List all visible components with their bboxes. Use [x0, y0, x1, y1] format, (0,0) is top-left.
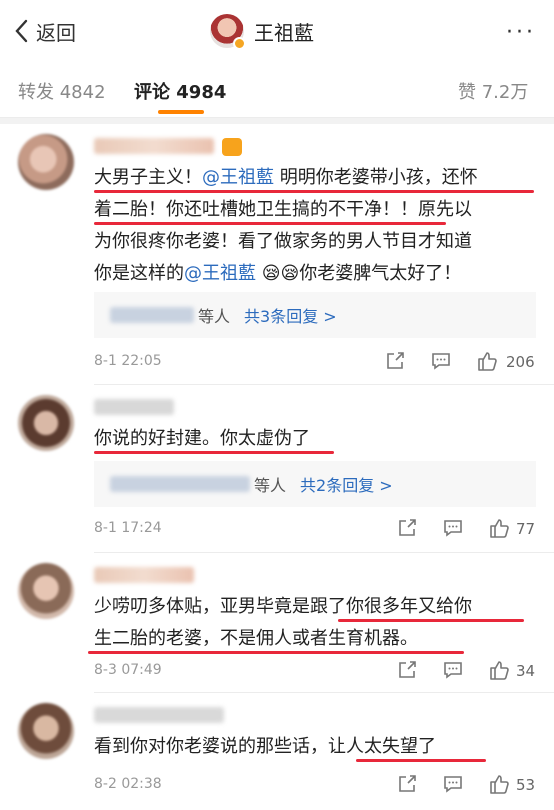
mention-link[interactable]: @王祖藍: [184, 263, 256, 284]
active-tab-indicator: [158, 110, 204, 114]
comment-time: 8-2 02:38: [94, 776, 162, 792]
comment-item: 看到你对你老婆说的那些话，让人太失望了 8-2 02:38 53: [0, 693, 554, 810]
comment-text-segment: 大男子主义！: [94, 167, 202, 188]
comment-text-segment: 😪😪你老婆脾气太好了！: [256, 263, 462, 284]
comment-item: 你说的好封建。你太虚伪了 等人 共2条回复 > 8-1 17:24 77: [0, 385, 554, 550]
reply-summary[interactable]: 等人 共3条回复 >: [94, 292, 536, 338]
share-icon[interactable]: [396, 517, 418, 539]
comment-text-segment: 明明你老婆带小孩，还怀: [274, 167, 478, 188]
comment-meta: 8-1 17:24 77: [94, 517, 538, 541]
share-icon[interactable]: [396, 773, 418, 795]
verified-badge-icon: [233, 37, 246, 50]
comment-line: 为你很疼你老婆！看了做家务的男人节目才知道: [94, 231, 472, 252]
like-count: 34: [516, 662, 536, 680]
comment-text-segment: 你是这样的: [94, 263, 184, 284]
like-icon[interactable]: [488, 659, 510, 681]
avatar[interactable]: [210, 14, 246, 50]
like-icon[interactable]: [488, 517, 510, 539]
like-count: 206: [506, 353, 535, 371]
reply-suffix: 等人: [198, 307, 231, 326]
avatar[interactable]: [18, 563, 74, 619]
reply-summary[interactable]: 等人 共2条回复 >: [94, 461, 536, 507]
highlight-underline: [356, 759, 486, 762]
tab-bar: 转发 4842 评论 4984 赞 7.2万: [0, 62, 554, 118]
replier-names-blurred: [110, 476, 250, 492]
avatar[interactable]: [18, 134, 74, 190]
like-icon[interactable]: [476, 350, 498, 372]
like-count: 77: [516, 520, 536, 538]
comment-item: 少唠叨多体贴，亚男毕竟是跟了你很多年又给你 生二胎的老婆，不是佣人或者生育机器。…: [0, 553, 554, 691]
reply-suffix: 等人: [254, 476, 287, 495]
like-icon[interactable]: [488, 773, 510, 795]
username-blurred[interactable]: [94, 399, 174, 415]
comment-time: 8-1 17:24: [94, 520, 162, 536]
replier-names-blurred: [110, 307, 194, 323]
comment-meta: 8-2 02:38 53: [94, 773, 538, 797]
tab-comment[interactable]: 评论 4984: [134, 78, 226, 104]
tab-repost[interactable]: 转发 4842: [18, 78, 106, 104]
avatar[interactable]: [18, 703, 74, 759]
highlight-underline: [94, 190, 534, 193]
top-nav-bar: 返回 王祖藍 ···: [0, 0, 554, 62]
back-button[interactable]: 返回: [14, 14, 76, 48]
comment-meta: 8-1 22:05 206: [94, 350, 538, 374]
comment-line: 你是这样的@王祖藍 😪😪你老婆脾气太好了！: [94, 258, 534, 290]
comment-meta: 8-3 07:49 34: [94, 659, 538, 683]
highlight-underline: [88, 651, 464, 654]
tab-like[interactable]: 赞 7.2万: [458, 78, 528, 104]
share-icon[interactable]: [396, 659, 418, 681]
view-replies-link[interactable]: 共3条回复 >: [244, 303, 337, 327]
highlight-underline: [94, 222, 446, 225]
comment-icon[interactable]: [442, 773, 464, 795]
comment-icon[interactable]: [442, 659, 464, 681]
view-replies-link[interactable]: 共2条回复 >: [300, 472, 393, 496]
username-blurred[interactable]: [94, 707, 224, 723]
username-blurred[interactable]: [94, 567, 194, 583]
comment-text: 少唠叨多体贴，亚男毕竟是跟了你很多年又给你 生二胎的老婆，不是佣人或者生育机器。: [94, 591, 534, 655]
comment-time: 8-1 22:05: [94, 353, 162, 369]
comment-icon[interactable]: [442, 517, 464, 539]
profile-header[interactable]: 王祖藍: [210, 13, 314, 50]
page-title: 王祖藍: [254, 20, 314, 45]
avatar[interactable]: [18, 395, 74, 451]
mention-link[interactable]: @王祖藍: [202, 167, 274, 188]
comment-icon[interactable]: [430, 350, 452, 372]
comment-text: 大男子主义！@王祖藍 明明你老婆带小孩，还怀 着二胎！你还吐槽她卫生搞的不干净！…: [94, 162, 534, 290]
share-icon[interactable]: [384, 350, 406, 372]
highlight-underline: [338, 619, 524, 622]
highlight-underline: [94, 451, 334, 454]
member-badge-icon: [222, 138, 242, 156]
chevron-left-icon: [15, 19, 28, 43]
username-blurred[interactable]: [94, 138, 214, 154]
comment-item: 大男子主义！@王祖藍 明明你老婆带小孩，还怀 着二胎！你还吐槽她卫生搞的不干净！…: [0, 124, 554, 384]
comment-time: 8-3 07:49: [94, 662, 162, 678]
like-count: 53: [516, 776, 536, 794]
back-label: 返回: [36, 20, 76, 45]
more-options-icon[interactable]: ···: [506, 20, 536, 45]
